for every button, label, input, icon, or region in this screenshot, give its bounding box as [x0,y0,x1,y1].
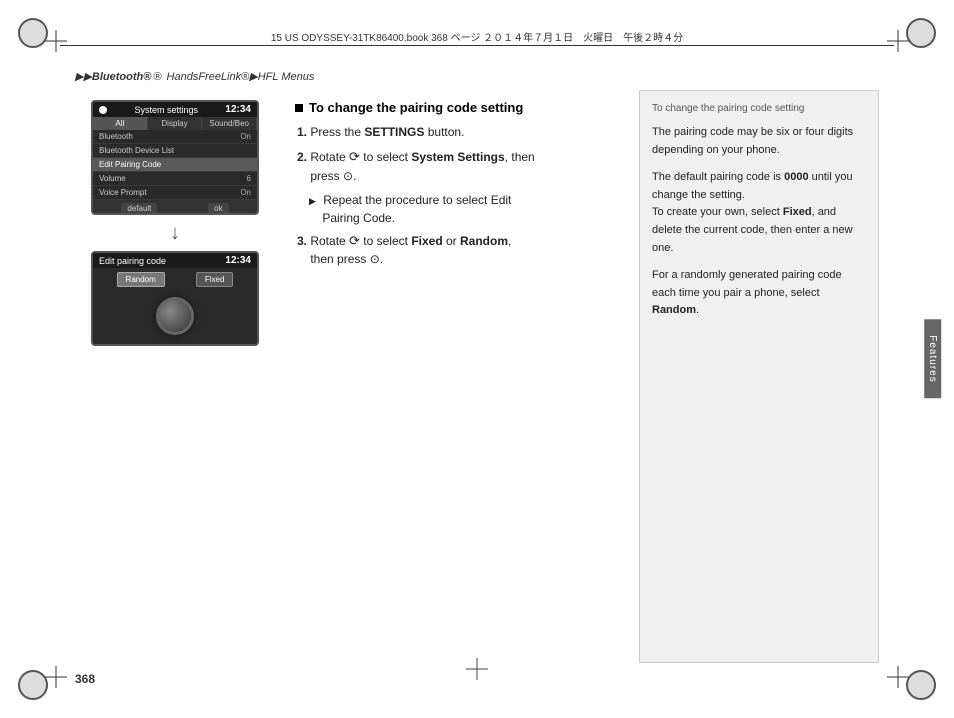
pairing-btn-fixed: Fixed [196,272,234,287]
menu-item-edit-pairing: Edit Pairing Code [93,158,257,172]
instructions-column: To change the pairing code setting 1. Pr… [275,90,639,663]
step-1-num: 1. [297,125,310,139]
features-tab-label: Features [927,335,938,382]
step-3-bold1: Fixed [411,234,442,248]
note-bold-fixed: Fixed [783,206,812,218]
dial-knob [156,297,194,335]
menu-label-edit-pairing: Edit Pairing Code [99,160,161,169]
screen-time-bottom: 12:34 [225,255,251,266]
menu-label-bluetooth: Bluetooth [99,132,133,141]
menu-label-voice-prompt: Voice Prompt [99,188,147,197]
breadcrumb: ▶▶Bluetooth®® HandsFreeLink®▶HFL Menus [75,70,314,83]
menu-item-bluetooth: Bluetooth On [93,130,257,144]
step-3-dial-icon: ⟳ [349,233,360,248]
step-3: 3. Rotate ⟳ to select Fixed or Random, t… [295,231,619,269]
screen-title-bottom: Edit pairing code [99,256,166,266]
menu-label-volume: Volume [99,174,126,183]
step-2-num: 2. [297,150,310,164]
menu-item-volume: Volume 6 [93,172,257,186]
menu-value-volume: 6 [247,174,251,183]
step-1: 1. Press the SETTINGS button. [295,123,619,141]
breadcrumb-part2: HandsFreeLink [163,71,241,83]
pairing-options: Random Fixed [93,268,257,291]
breadcrumb-arrow2: ▶ [249,71,257,83]
note-title: To change the pairing code setting [652,101,866,116]
note-bold-random: Random [652,304,696,316]
crosshair-br [887,666,909,688]
step-2-bold: System Settings [411,150,504,164]
top-bar-text: 15 US ODYSSEY-31TK86400.book 368 ページ ２０１… [271,29,683,44]
footer-btn-ok: ok [208,203,228,214]
step-3-press-icon: ⊙ [370,252,380,266]
corner-mark-br [906,670,936,700]
note-paragraph-3: For a randomly generated pairing code ea… [652,267,866,320]
main-content: System settings 12:34 All Display Sound/… [75,90,879,663]
step-2-dial-icon: ⟳ [349,149,360,164]
step-2: 2. Rotate ⟳ to select System Settings, t… [295,147,619,185]
screen-tab-sound: Sound/Beo [202,117,257,130]
step-2-press-icon: ⊙ [343,169,353,183]
corner-mark-bl [18,670,48,700]
breadcrumb-arrow1: ® [153,71,161,83]
bottom-device-screen: Edit pairing code 12:34 Random Fixed [91,251,259,346]
note-paragraph-1: The pairing code may be six or four digi… [652,124,866,159]
breadcrumb-part1: Bluetooth® [92,71,151,83]
sub-step-1: Repeat the procedure to select Edit Pair… [295,191,619,227]
corner-mark-tl [18,18,48,48]
breadcrumb-part3: HFL Menus [258,71,315,83]
step-3-bold2: Random [460,234,508,248]
screen-settings-icon [99,106,107,114]
note-paragraph-2: The default pairing code is 0000 until y… [652,169,866,257]
screen-title-top: System settings [134,105,198,115]
crosshair-bl [45,666,67,688]
screen-footer: default ok [93,200,257,215]
menu-item-device-list: Bluetooth Device List [93,144,257,158]
menu-item-voice-prompt: Voice Prompt On [93,186,257,200]
sub-step-bold1: Edit Pairing Code [309,193,511,225]
note-bold-0000: 0000 [784,171,808,183]
page: 15 US ODYSSEY-31TK86400.book 368 ページ ２０１… [0,0,954,718]
top-device-screen: System settings 12:34 All Display Sound/… [91,100,259,215]
top-bar: 15 US ODYSSEY-31TK86400.book 368 ページ ２０１… [60,28,894,46]
step-3-num: 3. [297,234,310,248]
note-box: To change the pairing code setting The p… [639,90,879,663]
page-number: 368 [75,672,95,686]
breadcrumb-prefix: ▶▶ [75,71,92,83]
pairing-btn-random: Random [117,272,165,287]
instruction-title: To change the pairing code setting [295,100,619,115]
down-arrow: ↓ [170,223,180,243]
dial-area [93,291,257,341]
screen-time-top: 12:34 [225,104,251,115]
menu-value-bluetooth: On [240,132,251,141]
step-1-bold: SETTINGS [364,125,424,139]
screen-header-bottom: Edit pairing code 12:34 [93,253,257,268]
footer-btn-default: default [121,203,157,214]
menu-label-device-list: Bluetooth Device List [99,146,174,155]
corner-mark-tr [906,18,936,48]
bottom-center-crosshair [466,658,488,680]
features-tab: Features [924,319,941,398]
menu-value-voice-prompt: On [240,188,251,197]
screen-tabs: All Display Sound/Beo [93,117,257,130]
black-square-icon [295,104,303,112]
left-column: System settings 12:34 All Display Sound/… [75,90,275,663]
screen-tab-all: All [93,117,148,130]
screen-tab-display: Display [148,117,203,130]
screen-header-top: System settings 12:34 [93,102,257,117]
instruction-title-text: To change the pairing code setting [309,100,523,115]
